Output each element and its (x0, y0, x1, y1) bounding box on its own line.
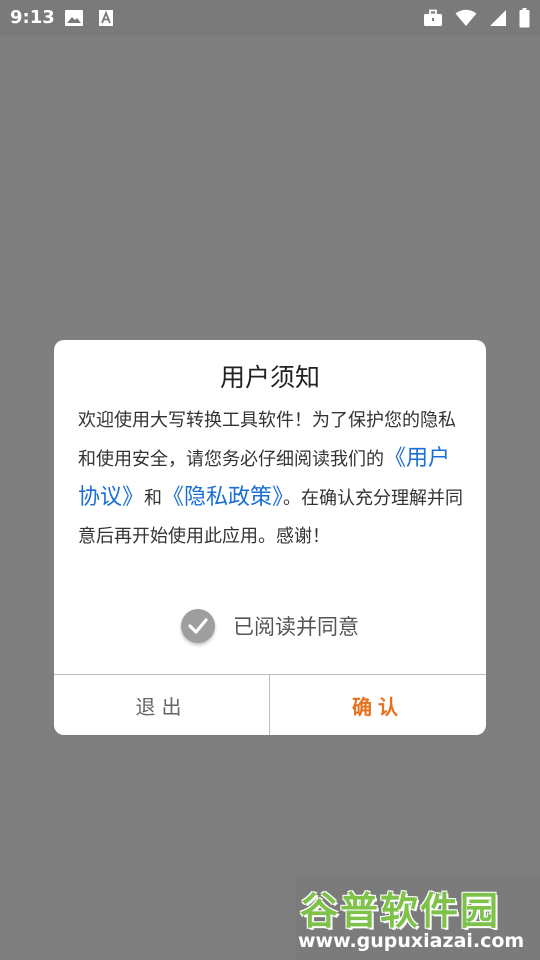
status-bar: 9:13 (0, 0, 540, 36)
wifi-icon (455, 9, 477, 27)
signal-icon (489, 9, 507, 27)
briefcase-icon (423, 9, 443, 27)
text-icon (98, 9, 114, 27)
agree-checkbox[interactable] (181, 609, 215, 643)
exit-button[interactable]: 退出 (54, 675, 269, 735)
dialog-title: 用户须知 (219, 363, 320, 392)
watermark-logo: 谷普软件园 www.gupuxiazai.com (296, 876, 540, 960)
status-time: 9:13 (10, 7, 55, 28)
battery-icon (519, 8, 530, 28)
confirm-button[interactable]: 确认 (270, 675, 486, 735)
dialog-body: 欢迎使用大写转换工具软件！为了保护您的隐私和使用安全，请您务必仔细阅读我们的《用… (78, 402, 468, 556)
status-right-icons (423, 8, 530, 28)
watermark-name: 谷普软件园 (300, 889, 501, 933)
status-left-icons (64, 9, 114, 27)
and-word: 和 (144, 488, 163, 509)
user-notice-dialog: 用户须知 欢迎使用大写转换工具软件！为了保护您的隐私和使用安全，请您务必仔细阅读… (54, 340, 486, 735)
agree-row[interactable]: 已阅读并同意 (54, 606, 486, 646)
privacy-policy-link[interactable]: 《隐私政策》 (162, 485, 283, 510)
watermark-url: www.gupuxiazai.com (298, 930, 525, 952)
image-icon (64, 9, 84, 27)
agree-label[interactable]: 已阅读并同意 (233, 611, 359, 641)
checkmark-icon (188, 618, 208, 634)
